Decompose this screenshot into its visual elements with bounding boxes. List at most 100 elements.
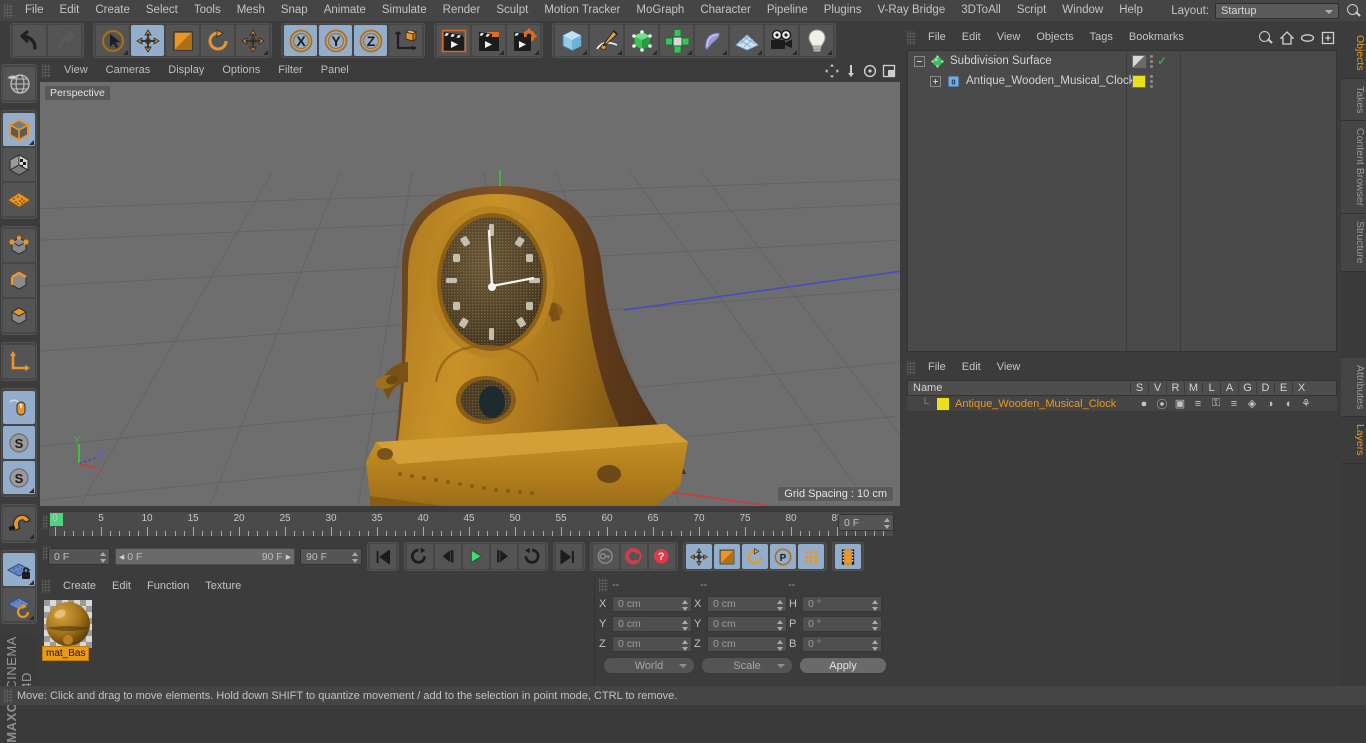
workplane-mode-button[interactable]	[3, 183, 35, 216]
menu-item-help[interactable]: Help	[1111, 0, 1151, 21]
tab-attributes[interactable]: Attributes	[1341, 358, 1366, 418]
key-rotation-button[interactable]	[742, 544, 768, 569]
viewport-menu-cameras[interactable]: Cameras	[97, 60, 160, 81]
layer-flag-x[interactable]: ⚘	[1297, 397, 1315, 410]
rotation-field-2[interactable]: 0 °	[802, 636, 882, 652]
transform-tool-button[interactable]	[236, 25, 269, 56]
lock-workplane-button[interactable]	[3, 553, 35, 586]
layer-flag-g[interactable]: ◈	[1243, 397, 1261, 410]
rotation-field-0[interactable]: 0 °	[802, 596, 882, 612]
rotate-button[interactable]	[201, 25, 234, 56]
enable-snapping-button[interactable]	[3, 507, 35, 540]
add-primitive-cube-button[interactable]	[555, 25, 588, 56]
viewport-3d[interactable]: Perspective Grid Spacing : 10 cm Y Z X	[40, 82, 900, 506]
menu-item-edit[interactable]: Edit	[52, 0, 88, 21]
layer-flag-d[interactable]: ◑	[1261, 398, 1279, 410]
object-menu-bookmarks[interactable]: Bookmarks	[1121, 27, 1192, 48]
orbit-icon[interactable]	[863, 64, 877, 78]
lock-z-button[interactable]: Z	[354, 25, 387, 56]
layer-flag-r[interactable]: ▣	[1171, 397, 1189, 410]
expand-toggle-icon[interactable]	[914, 55, 925, 67]
layer-flag-m[interactable]: ≡	[1189, 398, 1207, 410]
menubar-grip[interactable]	[4, 3, 13, 18]
menu-item-script[interactable]: Script	[1009, 0, 1054, 21]
object-menu-objects[interactable]: Objects	[1028, 27, 1081, 48]
ellipse-icon[interactable]	[1300, 31, 1315, 45]
viewport-menu-display[interactable]: Display	[159, 60, 213, 81]
spinner-icon[interactable]	[682, 640, 688, 651]
menu-item-v-ray-bridge[interactable]: V-Ray Bridge	[869, 0, 953, 21]
material-menu-texture[interactable]: Texture	[197, 576, 249, 597]
layer-menu-file[interactable]: File	[920, 357, 954, 378]
menu-item-sculpt[interactable]: Sculpt	[488, 0, 536, 21]
viewport-solo-single-button[interactable]: S	[3, 426, 35, 459]
search-icon[interactable]	[1258, 30, 1274, 46]
polygons-mode-button[interactable]	[3, 299, 35, 332]
edges-mode-button[interactable]	[3, 264, 35, 297]
lock-x-button[interactable]: X	[284, 25, 317, 56]
play-reverse-loop-button[interactable]	[407, 544, 433, 569]
menu-item-window[interactable]: Window	[1054, 0, 1111, 21]
viewport-menu-view[interactable]: View	[55, 60, 97, 81]
add-spline-button[interactable]	[590, 25, 623, 56]
tab-objects[interactable]: Objects	[1341, 28, 1366, 79]
lock-y-button[interactable]: Y	[319, 25, 352, 56]
add-deformer-button[interactable]	[695, 25, 728, 56]
spinner-icon[interactable]	[100, 552, 106, 563]
model-mode-button[interactable]	[3, 113, 35, 146]
layer-col-a[interactable]: A	[1220, 382, 1238, 394]
size-mode-dropdown[interactable]: Scale	[701, 657, 793, 674]
animation-layers-button[interactable]	[835, 544, 861, 569]
add-light-button[interactable]	[800, 25, 833, 56]
step-forward-button[interactable]	[491, 544, 517, 569]
move-button[interactable]	[131, 25, 164, 56]
layer-col-g[interactable]: G	[1238, 382, 1256, 394]
object-axis-mode-button[interactable]	[3, 345, 35, 378]
render-to-picture-viewer-button[interactable]	[472, 25, 505, 56]
apply-button[interactable]: Apply	[799, 657, 887, 674]
enable-axis-modification-button[interactable]	[3, 391, 35, 424]
viewport-menu-options[interactable]: Options	[213, 60, 269, 81]
layer-col-l[interactable]: L	[1202, 382, 1220, 394]
menu-item-create[interactable]: Create	[87, 0, 138, 21]
viewport-menu-panel[interactable]: Panel	[312, 60, 358, 81]
menu-item-tools[interactable]: Tools	[186, 0, 229, 21]
key-pla-button[interactable]	[798, 544, 824, 569]
timeline-range-slider[interactable]: ◂ 0 F 90 F ▸	[115, 548, 295, 565]
add-scene-object-button[interactable]	[730, 25, 763, 56]
menu-item-3dtoall[interactable]: 3DToAll	[953, 0, 1009, 21]
layer-col-d[interactable]: D	[1256, 382, 1274, 394]
material-menu-edit[interactable]: Edit	[104, 576, 139, 597]
size-field-1[interactable]: 0 cm	[707, 616, 787, 632]
spinner-icon[interactable]	[872, 620, 878, 631]
spinner-icon[interactable]	[352, 552, 358, 563]
object-row[interactable]: Subdivision Surface ✓	[908, 51, 1336, 71]
range-right-arrow-icon[interactable]: ▸	[286, 551, 291, 563]
points-mode-button[interactable]	[3, 229, 35, 262]
layer-grip[interactable]	[907, 360, 916, 375]
size-field-2[interactable]: 0 cm	[707, 636, 787, 652]
end-frame-field[interactable]: 90 F	[300, 548, 362, 565]
texture-mode-button[interactable]	[3, 148, 35, 181]
object-menu-view[interactable]: View	[989, 27, 1029, 48]
layout-select[interactable]: Startup	[1215, 2, 1339, 19]
scale-button[interactable]	[166, 25, 199, 56]
layer-col-m[interactable]: M	[1184, 382, 1202, 394]
expand-toggle-icon[interactable]	[930, 75, 941, 87]
object-dots-icon[interactable]	[1150, 54, 1153, 68]
viewport-grip[interactable]	[42, 63, 51, 78]
live-selection-button[interactable]	[96, 25, 129, 56]
layer-color-swatch[interactable]	[937, 397, 949, 410]
rotation-field-1[interactable]: 0 °	[802, 616, 882, 632]
material-name-label[interactable]: mat_Bas	[42, 646, 90, 661]
object-row[interactable]: 0 Antique_Wooden_Musical_Clock	[908, 71, 1336, 91]
add-camera-button[interactable]	[765, 25, 798, 56]
object-menu-tags[interactable]: Tags	[1082, 27, 1121, 48]
layer-col-r[interactable]: R	[1166, 382, 1184, 394]
right-frame-field[interactable]: 0 F	[838, 514, 894, 531]
size-field-0[interactable]: 0 cm	[707, 596, 787, 612]
keyframe-selection-button[interactable]: ?	[649, 544, 675, 569]
position-field-1[interactable]: 0 cm	[612, 616, 692, 632]
tab-takes[interactable]: Takes	[1341, 78, 1366, 122]
menu-item-motion-tracker[interactable]: Motion Tracker	[536, 0, 628, 21]
